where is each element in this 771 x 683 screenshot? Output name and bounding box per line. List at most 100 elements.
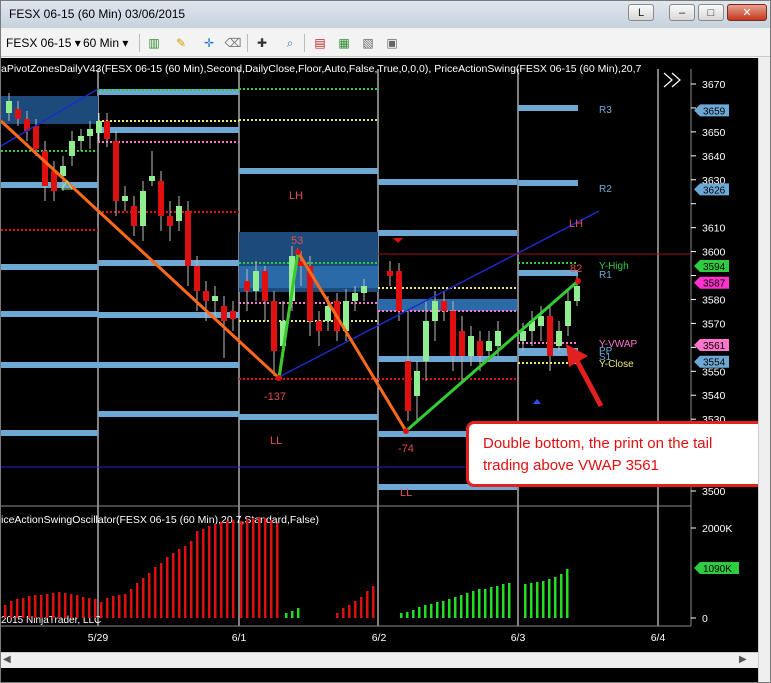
price-value-label: 3659 (703, 106, 726, 117)
osc-bar-down (130, 589, 133, 618)
scroll-right-icon[interactable]: ▶ (739, 654, 747, 665)
osc-bar-up (454, 597, 457, 618)
swing-point (403, 428, 409, 434)
date-label: 5/29 (88, 632, 109, 644)
down-candle (194, 266, 200, 291)
osc-bar-up (412, 610, 415, 618)
minimize-button[interactable]: – (669, 4, 695, 21)
date-axis: 5/29 6/1 6/2 6/3 6/4 (1, 625, 758, 652)
down-candle (158, 181, 164, 216)
swing-label-lh: LH (289, 190, 303, 202)
up-candle (432, 301, 438, 321)
down-candle (271, 301, 277, 351)
chart-toolbar: FESX 06-15 ▾ 60 Min ▾ ▥ ✎ ✛ ⌫ ✚ ⌕ ▤ ▦ ▧ … (1, 29, 770, 57)
osc-bar-down (240, 521, 243, 618)
pivot-zone (518, 180, 578, 186)
pivot-zone (1, 311, 98, 317)
swing-label-ll: LL (270, 435, 282, 447)
osc-bar-down (52, 593, 55, 618)
swing-label-lh: LH (569, 218, 583, 230)
pencil-icon[interactable]: ✎ (171, 34, 191, 52)
pivot-zone (98, 411, 239, 417)
interval-selector[interactable]: 60 Min ▾ (83, 36, 128, 50)
swing-point (276, 375, 282, 381)
data-box-icon[interactable]: ▣ (382, 34, 402, 52)
osc-bar-down (270, 520, 273, 618)
zoom-icon[interactable]: ⌕ (280, 34, 300, 52)
pivot-zone (239, 168, 378, 174)
maximize-button[interactable]: □ (698, 4, 724, 21)
toolbar-divider (247, 34, 248, 52)
osc-bar-down (70, 594, 73, 618)
scroll-left-icon[interactable]: ◀ (3, 654, 11, 665)
down-candle (221, 306, 227, 321)
bar-style-icon[interactable]: ▥ (144, 34, 164, 52)
osc-bar-down (354, 601, 357, 618)
osc-bar-down (94, 599, 97, 618)
up-candle (78, 136, 84, 141)
price-tick-label: 3500 (702, 486, 726, 498)
chart-properties-icon[interactable]: ▧ (358, 34, 378, 52)
osc-bar-down (276, 523, 279, 618)
osc-bar-down (214, 524, 217, 618)
up-candle (352, 293, 358, 301)
osc-bar-down (226, 521, 229, 618)
lock-button[interactable]: L (628, 4, 654, 21)
indicators-icon[interactable]: ▤ (310, 34, 330, 52)
eraser-icon[interactable]: ⌫ (223, 34, 243, 52)
down-candle (262, 271, 268, 301)
chart-window: FESX 06-15 (60 Min) 03/06/2015 L – □ ✕ F… (0, 0, 771, 683)
osc-bar-down (232, 520, 235, 618)
title-bar[interactable]: FESX 06-15 (60 Min) 03/06/2015 L – □ ✕ (1, 1, 770, 28)
price-tick-label: 3540 (702, 390, 726, 402)
up-candle (361, 286, 367, 293)
osc-bar-down (336, 613, 339, 618)
up-candle (414, 371, 420, 396)
chart-canvas: LH 53 -137 LL LH -74 LL 82 R3 R2 R1 Y-Hi… (1, 58, 758, 652)
up-candle (140, 191, 146, 226)
osc-bar-up (490, 587, 493, 618)
price-tick-label: 3570 (702, 318, 726, 330)
window-title: FESX 06-15 (60 Min) 03/06/2015 (9, 7, 186, 21)
osc-bar-up (285, 613, 288, 618)
price-value-label: 3594 (703, 262, 726, 273)
price-chart[interactable]: LH 53 -137 LL LH -74 LL 82 R3 R2 R1 Y-Hi… (1, 58, 758, 682)
up-candle (149, 176, 155, 181)
osc-bar-up (466, 593, 469, 618)
swing-point (295, 249, 301, 255)
down-candle (387, 271, 393, 276)
down-candle (230, 311, 236, 319)
osc-bar-up (418, 607, 421, 618)
price-tick-label: 3650 (702, 127, 726, 139)
up-candle (468, 336, 474, 356)
osc-bar-up (536, 582, 539, 618)
osc-bar-down (160, 563, 163, 618)
strategies-icon[interactable]: ▦ (334, 34, 354, 52)
osc-tick-label: 2000K (702, 523, 732, 535)
down-candle (396, 271, 402, 311)
instrument-selector[interactable]: FESX 06-15 ▾ (6, 36, 81, 50)
osc-bar-up (436, 602, 439, 618)
price-value-label: 3554 (703, 358, 726, 369)
up-candle (556, 331, 562, 346)
up-candle (69, 141, 75, 156)
horizontal-scrollbar[interactable]: ◀ ▶ (1, 652, 758, 668)
osc-bar-down (372, 586, 375, 618)
cursor-crosshair-icon[interactable]: ✚ (252, 34, 272, 52)
osc-bar-down (40, 595, 43, 618)
close-button[interactable]: ✕ (727, 4, 767, 21)
osc-bar-down (118, 595, 121, 618)
osc-bar-down (184, 546, 187, 618)
date-label: 6/3 (511, 632, 526, 644)
down-candle (203, 291, 209, 301)
down-candle (244, 281, 250, 291)
osc-bar-up (424, 605, 427, 618)
vertical-scrollbar[interactable] (758, 58, 770, 682)
osc-bar-up (442, 601, 445, 618)
swing-label-137: -137 (264, 391, 286, 403)
osc-bar-down (76, 595, 79, 618)
crosshair-tool-icon[interactable]: ✛ (199, 34, 219, 52)
pivot-zone (98, 260, 239, 266)
up-candle (87, 129, 93, 136)
down-candle (15, 109, 21, 119)
